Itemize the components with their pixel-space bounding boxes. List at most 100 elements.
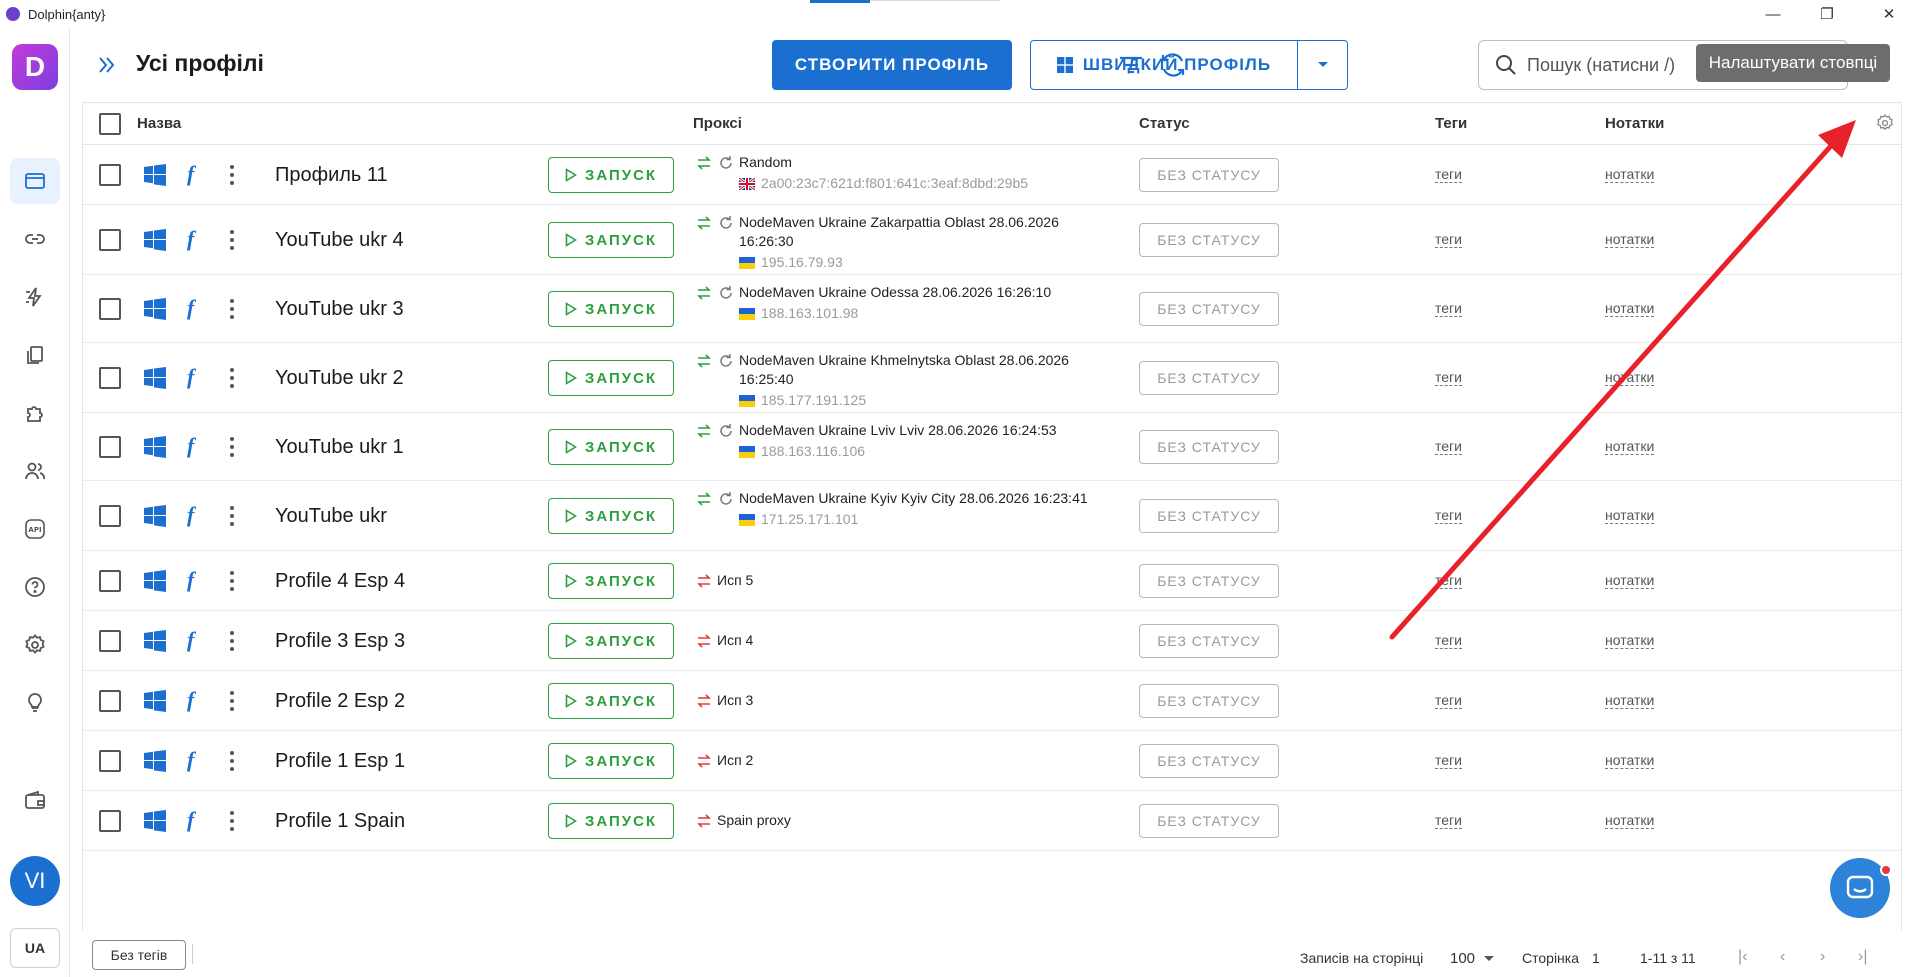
status-badge[interactable]: БЕЗ СТАТУСУ (1139, 564, 1279, 598)
sidebar-item-team[interactable] (10, 448, 60, 494)
notes-link[interactable]: нотатки (1605, 166, 1655, 183)
proxy-cell[interactable]: NodeMaven Ukraine Kyiv Kyiv City 28.06.2… (695, 489, 1105, 529)
launch-button[interactable]: ЗАПУСК (548, 498, 674, 534)
sidebar-item-wallet[interactable] (10, 778, 60, 824)
profile-name[interactable]: Profile 2 Esp 2 (275, 690, 405, 713)
proxy-swap-icon[interactable] (695, 490, 713, 508)
per-page-caret-icon[interactable] (1484, 956, 1494, 962)
sidebar-item-bookmarks[interactable] (10, 332, 60, 378)
proxy-cell[interactable]: Исп 4 (695, 631, 1105, 650)
minimize-button[interactable]: — (1750, 0, 1796, 28)
status-badge[interactable]: БЕЗ СТАТУСУ (1139, 804, 1279, 838)
avatar[interactable]: VI (10, 856, 60, 906)
table-row[interactable]: f YouTube ukr 1 ЗАПУСК NodeMaven Ukraine… (83, 413, 1901, 481)
expand-sidebar-icon[interactable] (94, 52, 120, 78)
per-page-select[interactable]: 100 (1450, 950, 1475, 967)
proxy-swap-icon[interactable] (695, 752, 713, 770)
tags-link[interactable]: теги (1435, 507, 1462, 524)
row-checkbox[interactable] (99, 630, 121, 652)
dolphin-logo[interactable]: D (12, 44, 58, 90)
last-page-icon[interactable]: ›| (1858, 948, 1867, 966)
row-checkbox[interactable] (99, 570, 121, 592)
notes-link[interactable]: нотатки (1605, 438, 1655, 455)
profile-name[interactable]: Профиль 11 (275, 164, 388, 187)
proxy-cell[interactable]: Исп 2 (695, 751, 1105, 770)
profile-name[interactable]: YouTube ukr 3 (275, 298, 404, 321)
proxy-refresh-icon[interactable] (717, 284, 735, 302)
column-notes[interactable]: Нотатки (1605, 115, 1664, 132)
proxy-swap-icon[interactable] (695, 572, 713, 590)
maximize-button[interactable]: ❐ (1804, 0, 1850, 28)
profile-name[interactable]: YouTube ukr (275, 505, 387, 528)
launch-button[interactable]: ЗАПУСК (548, 429, 674, 465)
table-row[interactable]: f YouTube ukr 3 ЗАПУСК NodeMaven Ukraine… (83, 275, 1901, 343)
tags-link[interactable]: теги (1435, 812, 1462, 829)
column-proxy[interactable]: Проксі (693, 115, 742, 132)
status-badge[interactable]: БЕЗ СТАТУСУ (1139, 361, 1279, 395)
tags-link[interactable]: теги (1435, 300, 1462, 317)
proxy-refresh-icon[interactable] (717, 490, 735, 508)
status-badge[interactable]: БЕЗ СТАТУСУ (1139, 430, 1279, 464)
more-options-icon[interactable] (227, 689, 237, 713)
launch-button[interactable]: ЗАПУСК (548, 360, 674, 396)
table-row[interactable]: f Profile 2 Esp 2 ЗАПУСК Исп 3 БЕЗ СТАТУ… (83, 671, 1901, 731)
table-row[interactable]: f Profile 1 Esp 1 ЗАПУСК Исп 2 БЕЗ СТАТУ… (83, 731, 1901, 791)
select-all-checkbox[interactable] (99, 113, 121, 135)
create-profile-button[interactable]: СТВОРИТИ ПРОФІЛЬ (772, 40, 1012, 90)
more-options-icon[interactable] (227, 366, 237, 390)
proxy-cell[interactable]: Исп 5 (695, 571, 1105, 590)
search-input[interactable] (1527, 54, 1707, 76)
column-name[interactable]: Назва (137, 115, 181, 132)
proxy-swap-icon[interactable] (695, 154, 713, 172)
proxy-cell[interactable]: NodeMaven Ukraine Lviv Lviv 28.06.2026 1… (695, 421, 1105, 461)
proxy-refresh-icon[interactable] (717, 422, 735, 440)
table-row[interactable]: f Профиль 11 ЗАПУСК Random 2a00:23c7:621… (83, 145, 1901, 205)
notes-link[interactable]: нотатки (1605, 231, 1655, 248)
sidebar-item-help[interactable] (10, 564, 60, 610)
row-checkbox[interactable] (99, 367, 121, 389)
launch-button[interactable]: ЗАПУСК (548, 743, 674, 779)
status-badge[interactable]: БЕЗ СТАТУСУ (1139, 158, 1279, 192)
prev-page-icon[interactable]: ‹ (1780, 948, 1785, 966)
sidebar-item-automation[interactable] (10, 274, 60, 320)
launch-button[interactable]: ЗАПУСК (548, 157, 674, 193)
table-row[interactable]: f YouTube ukr 4 ЗАПУСК NodeMaven Ukraine… (83, 205, 1901, 275)
more-options-icon[interactable] (227, 435, 237, 459)
more-options-icon[interactable] (227, 228, 237, 252)
proxy-swap-icon[interactable] (695, 422, 713, 440)
column-status[interactable]: Статус (1139, 115, 1190, 132)
no-tags-button[interactable]: Без тегів (92, 940, 186, 970)
tags-link[interactable]: теги (1435, 692, 1462, 709)
close-button[interactable]: ✕ (1866, 0, 1912, 28)
proxy-swap-icon[interactable] (695, 284, 713, 302)
tags-link[interactable]: теги (1435, 231, 1462, 248)
profile-name[interactable]: YouTube ukr 2 (275, 367, 404, 390)
row-checkbox[interactable] (99, 229, 121, 251)
proxy-swap-icon[interactable] (695, 632, 713, 650)
profile-name[interactable]: Profile 3 Esp 3 (275, 630, 405, 653)
status-badge[interactable]: БЕЗ СТАТУСУ (1139, 499, 1279, 533)
proxy-cell[interactable]: NodeMaven Ukraine Khmelnytska Oblast 28.… (695, 351, 1105, 410)
row-checkbox[interactable] (99, 436, 121, 458)
table-row[interactable]: f YouTube ukr 2 ЗАПУСК NodeMaven Ukraine… (83, 343, 1901, 413)
more-options-icon[interactable] (227, 569, 237, 593)
proxy-swap-icon[interactable] (695, 692, 713, 710)
sidebar-item-extensions[interactable] (10, 390, 60, 436)
proxy-refresh-icon[interactable] (717, 352, 735, 370)
launch-button[interactable]: ЗАПУСК (548, 291, 674, 327)
status-badge[interactable]: БЕЗ СТАТУСУ (1139, 292, 1279, 326)
more-options-icon[interactable] (227, 809, 237, 833)
table-row[interactable]: f Profile 3 Esp 3 ЗАПУСК Исп 4 БЕЗ СТАТУ… (83, 611, 1901, 671)
tags-link[interactable]: теги (1435, 632, 1462, 649)
sidebar-item-profiles[interactable] (10, 158, 60, 204)
notes-link[interactable]: нотатки (1605, 300, 1655, 317)
profile-name[interactable]: Profile 1 Spain (275, 810, 405, 833)
sidebar-item-settings[interactable] (10, 622, 60, 668)
column-tags[interactable]: Теги (1435, 115, 1467, 132)
first-page-icon[interactable]: |‹ (1738, 948, 1747, 966)
tags-link[interactable]: теги (1435, 166, 1462, 183)
status-badge[interactable]: БЕЗ СТАТУСУ (1139, 684, 1279, 718)
notes-link[interactable]: нотатки (1605, 507, 1655, 524)
status-badge[interactable]: БЕЗ СТАТУСУ (1139, 624, 1279, 658)
more-options-icon[interactable] (227, 163, 237, 187)
